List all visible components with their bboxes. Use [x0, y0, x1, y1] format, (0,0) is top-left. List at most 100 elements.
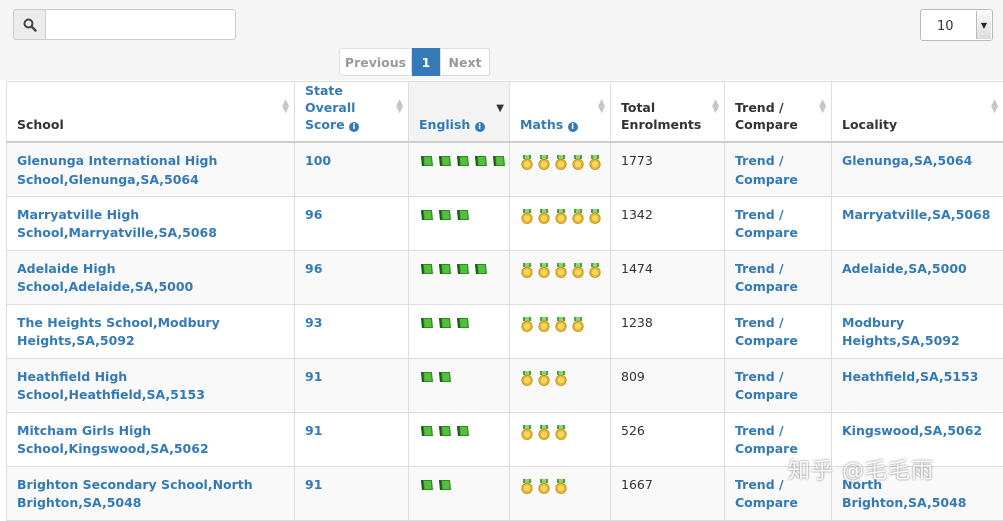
- info-icon[interactable]: i: [475, 122, 485, 132]
- toolbar: 10 ▼ Previous 1 Next: [0, 0, 1003, 80]
- enrolments-value: 1773: [621, 153, 653, 168]
- cell-score: 96: [295, 250, 409, 304]
- locality-link[interactable]: Marryatville,SA,5068: [842, 207, 990, 222]
- chevron-down-icon[interactable]: ▼: [976, 11, 991, 39]
- medal-icon: [554, 371, 568, 386]
- english-rating: [419, 206, 499, 221]
- cell-score: 100: [295, 142, 409, 196]
- cell-maths: [510, 304, 611, 358]
- sort-desc-icon: ▼: [496, 105, 504, 112]
- sort-icon: ▲▼: [712, 100, 719, 114]
- school-link[interactable]: Adelaide High School,Adelaide,SA,5000: [17, 261, 193, 295]
- column-header-locality[interactable]: Locality ▲▼: [832, 82, 1003, 143]
- score-link[interactable]: 91: [305, 369, 322, 384]
- medal-icon: [520, 263, 534, 278]
- cell-score: 96: [295, 196, 409, 250]
- cell-english: [409, 142, 510, 196]
- page-length-value: 10: [937, 19, 954, 34]
- locality-link[interactable]: Modbury Heights,SA,5092: [842, 315, 960, 349]
- cell-score: 93: [295, 304, 409, 358]
- school-link[interactable]: Brighton Secondary School,North Brighton…: [17, 477, 253, 511]
- page-length-select[interactable]: 10 ▼: [920, 9, 993, 41]
- column-header-enrolments[interactable]: Total Enrolments ▲▼: [611, 82, 725, 143]
- table-header-row: School ▲▼ State Overall Score i ▲▼ Engli…: [7, 82, 1003, 143]
- score-link[interactable]: 93: [305, 315, 322, 330]
- column-header-maths[interactable]: Maths i ▲▼: [510, 82, 611, 143]
- column-header-score[interactable]: State Overall Score i ▲▼: [295, 82, 409, 143]
- school-link[interactable]: Mitcham Girls High School,Kingswood,SA,5…: [17, 423, 209, 457]
- maths-rating: [520, 368, 600, 386]
- column-header-english[interactable]: English i ▼: [409, 82, 510, 143]
- search-icon: [23, 18, 37, 32]
- book-icon: [419, 155, 434, 167]
- school-link[interactable]: Glenunga International High School,Glenu…: [17, 153, 217, 187]
- maths-rating: [520, 260, 600, 278]
- english-rating: [419, 314, 499, 329]
- watermark: 知乎 @毛毛雨: [788, 453, 934, 485]
- column-header-trend[interactable]: Trend / Compare ▲▼: [725, 82, 832, 143]
- page-1-button[interactable]: 1: [412, 48, 440, 76]
- cell-maths: [510, 412, 611, 466]
- cell-maths: [510, 196, 611, 250]
- next-button[interactable]: Next: [440, 48, 490, 76]
- trend-compare-link[interactable]: Trend / Compare: [735, 153, 798, 187]
- book-icon: [473, 155, 488, 167]
- cell-maths: [510, 142, 611, 196]
- cell-school: The Heights School,Modbury Heights,SA,50…: [7, 304, 295, 358]
- medal-icon: [554, 209, 568, 224]
- cell-enrolments: 809: [611, 358, 725, 412]
- book-icon: [419, 371, 434, 383]
- trend-compare-link[interactable]: Trend / Compare: [735, 207, 798, 241]
- table-row: Glenunga International High School,Glenu…: [7, 142, 1003, 196]
- medal-icon: [554, 155, 568, 170]
- cell-trend: Trend / Compare: [725, 250, 832, 304]
- medal-icon: [554, 479, 568, 494]
- book-icon: [455, 263, 470, 275]
- book-icon: [455, 425, 470, 437]
- school-link[interactable]: Marryatville High School,Marryatville,SA…: [17, 207, 217, 241]
- search-input[interactable]: [45, 9, 236, 40]
- school-link[interactable]: Heathfield High School,Heathfield,SA,515…: [17, 369, 205, 403]
- book-icon: [419, 317, 434, 329]
- sort-icon: ▲▼: [282, 100, 289, 114]
- book-icon: [419, 209, 434, 221]
- column-header-school[interactable]: School ▲▼: [7, 82, 295, 143]
- info-icon[interactable]: i: [568, 122, 578, 132]
- medal-icon: [554, 317, 568, 332]
- previous-button[interactable]: Previous: [339, 48, 412, 76]
- cell-trend: Trend / Compare: [725, 196, 832, 250]
- score-link[interactable]: 96: [305, 261, 322, 276]
- sort-icon: ▲▼: [991, 100, 998, 114]
- trend-compare-link[interactable]: Trend / Compare: [735, 369, 798, 403]
- school-link[interactable]: The Heights School,Modbury Heights,SA,50…: [17, 315, 220, 349]
- english-rating: [419, 422, 499, 437]
- trend-compare-link[interactable]: Trend / Compare: [735, 423, 798, 457]
- search-button[interactable]: [13, 9, 46, 40]
- locality-link[interactable]: Glenunga,SA,5064: [842, 153, 972, 168]
- sort-icon: ▲▼: [819, 100, 826, 114]
- score-link[interactable]: 100: [305, 153, 331, 168]
- info-icon[interactable]: i: [349, 122, 359, 132]
- locality-link[interactable]: Kingswood,SA,5062: [842, 423, 982, 438]
- cell-enrolments: 1474: [611, 250, 725, 304]
- medal-icon: [520, 209, 534, 224]
- book-icon: [437, 155, 452, 167]
- book-icon: [437, 317, 452, 329]
- locality-link[interactable]: Adelaide,SA,5000: [842, 261, 967, 276]
- score-link[interactable]: 96: [305, 207, 322, 222]
- trend-compare-link[interactable]: Trend / Compare: [735, 315, 798, 349]
- column-label-enrolments: Total Enrolments: [621, 100, 701, 132]
- cell-locality: Adelaide,SA,5000: [832, 250, 1003, 304]
- score-link[interactable]: 91: [305, 423, 322, 438]
- score-link[interactable]: 91: [305, 477, 322, 492]
- medal-icon: [537, 155, 551, 170]
- column-label-trend: Trend / Compare: [735, 100, 798, 132]
- cell-english: [409, 412, 510, 466]
- cell-enrolments: 526: [611, 412, 725, 466]
- column-label-english: English: [419, 117, 470, 132]
- locality-link[interactable]: Heathfield,SA,5153: [842, 369, 978, 384]
- book-icon: [419, 425, 434, 437]
- cell-maths: [510, 358, 611, 412]
- cell-enrolments: 1238: [611, 304, 725, 358]
- trend-compare-link[interactable]: Trend / Compare: [735, 261, 798, 295]
